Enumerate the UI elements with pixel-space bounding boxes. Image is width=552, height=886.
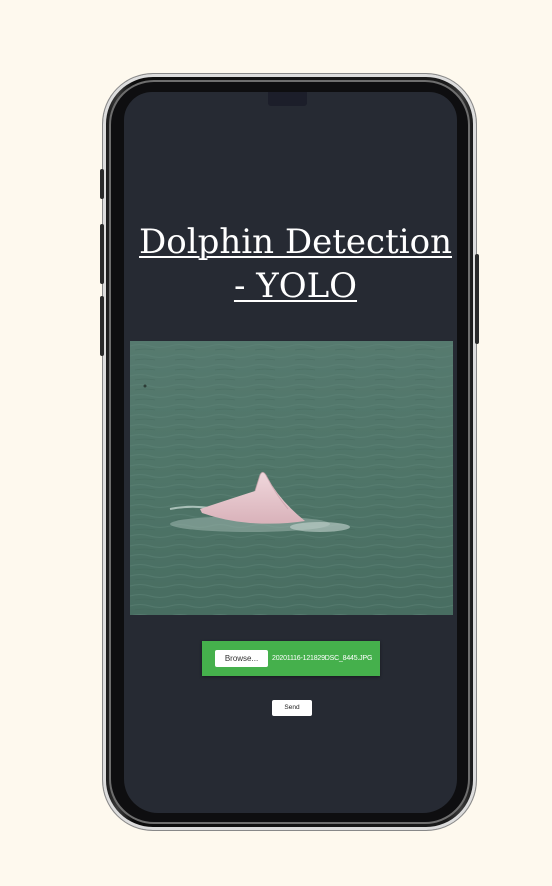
silent-switch bbox=[100, 169, 104, 199]
send-button[interactable]: Send bbox=[272, 700, 312, 716]
volume-down-button bbox=[100, 296, 104, 356]
page-title: Dolphin Detection - YOLO bbox=[139, 222, 452, 306]
power-button bbox=[475, 254, 479, 344]
selected-file-name: 20201116-121829DSC_8445.JPG bbox=[272, 655, 373, 662]
dolphin-photo bbox=[130, 341, 453, 615]
browse-button[interactable]: Browse... bbox=[215, 650, 268, 667]
phone-notch bbox=[268, 92, 307, 106]
phone-screen: Dolphin Detection - YOLO Browse... 20201… bbox=[124, 92, 457, 813]
volume-up-button bbox=[100, 224, 104, 284]
dolphin-photo-graphic bbox=[130, 341, 453, 615]
page-background: Dolphin Detection - YOLO Browse... 20201… bbox=[0, 0, 552, 886]
file-upload-bar: Browse... 20201116-121829DSC_8445.JPG bbox=[202, 641, 380, 676]
